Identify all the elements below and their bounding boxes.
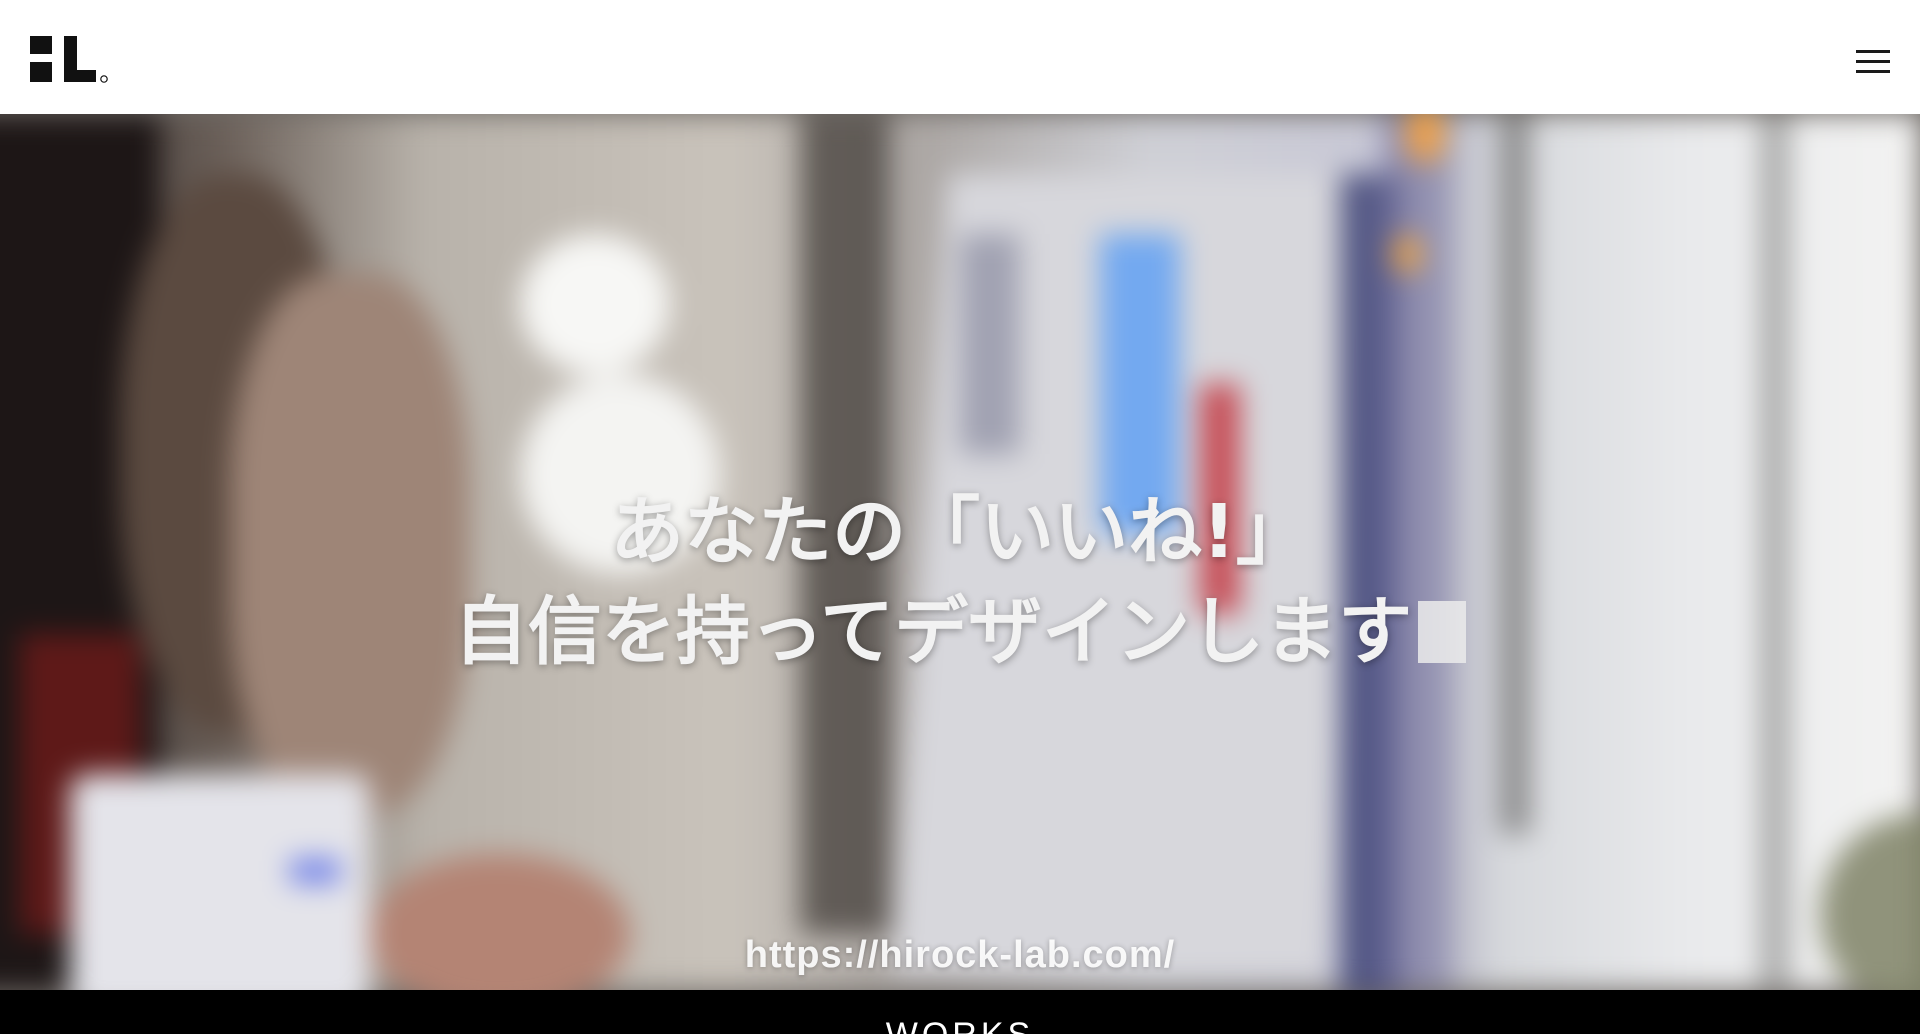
hero-catchcopy-line1: あなたの「いいね!」 — [610, 489, 1310, 575]
hero-catchcopy: あなたの「いいね!」 自信を持ってデザインします — [0, 482, 1920, 682]
hamburger-menu-icon[interactable] — [1856, 48, 1892, 78]
hero-url-watermark: https://hirock-lab.com/ — [744, 934, 1176, 976]
site-logo-link[interactable] — [30, 36, 108, 84]
hero-catchcopy-line2: 自信を持ってデザインします — [453, 589, 1413, 675]
works-heading: WORKS — [0, 1016, 1920, 1034]
typing-cursor — [1418, 601, 1467, 663]
hero-catchcopy-line2-wrap: 自信を持ってデザインします — [0, 582, 1920, 682]
hl-logo-icon — [30, 36, 108, 83]
works-section: WORKS — [0, 990, 1920, 1034]
hero-video: あなたの「いいね!」 自信を持ってデザインします https://hirock-… — [0, 114, 1920, 990]
site-header — [0, 0, 1920, 114]
